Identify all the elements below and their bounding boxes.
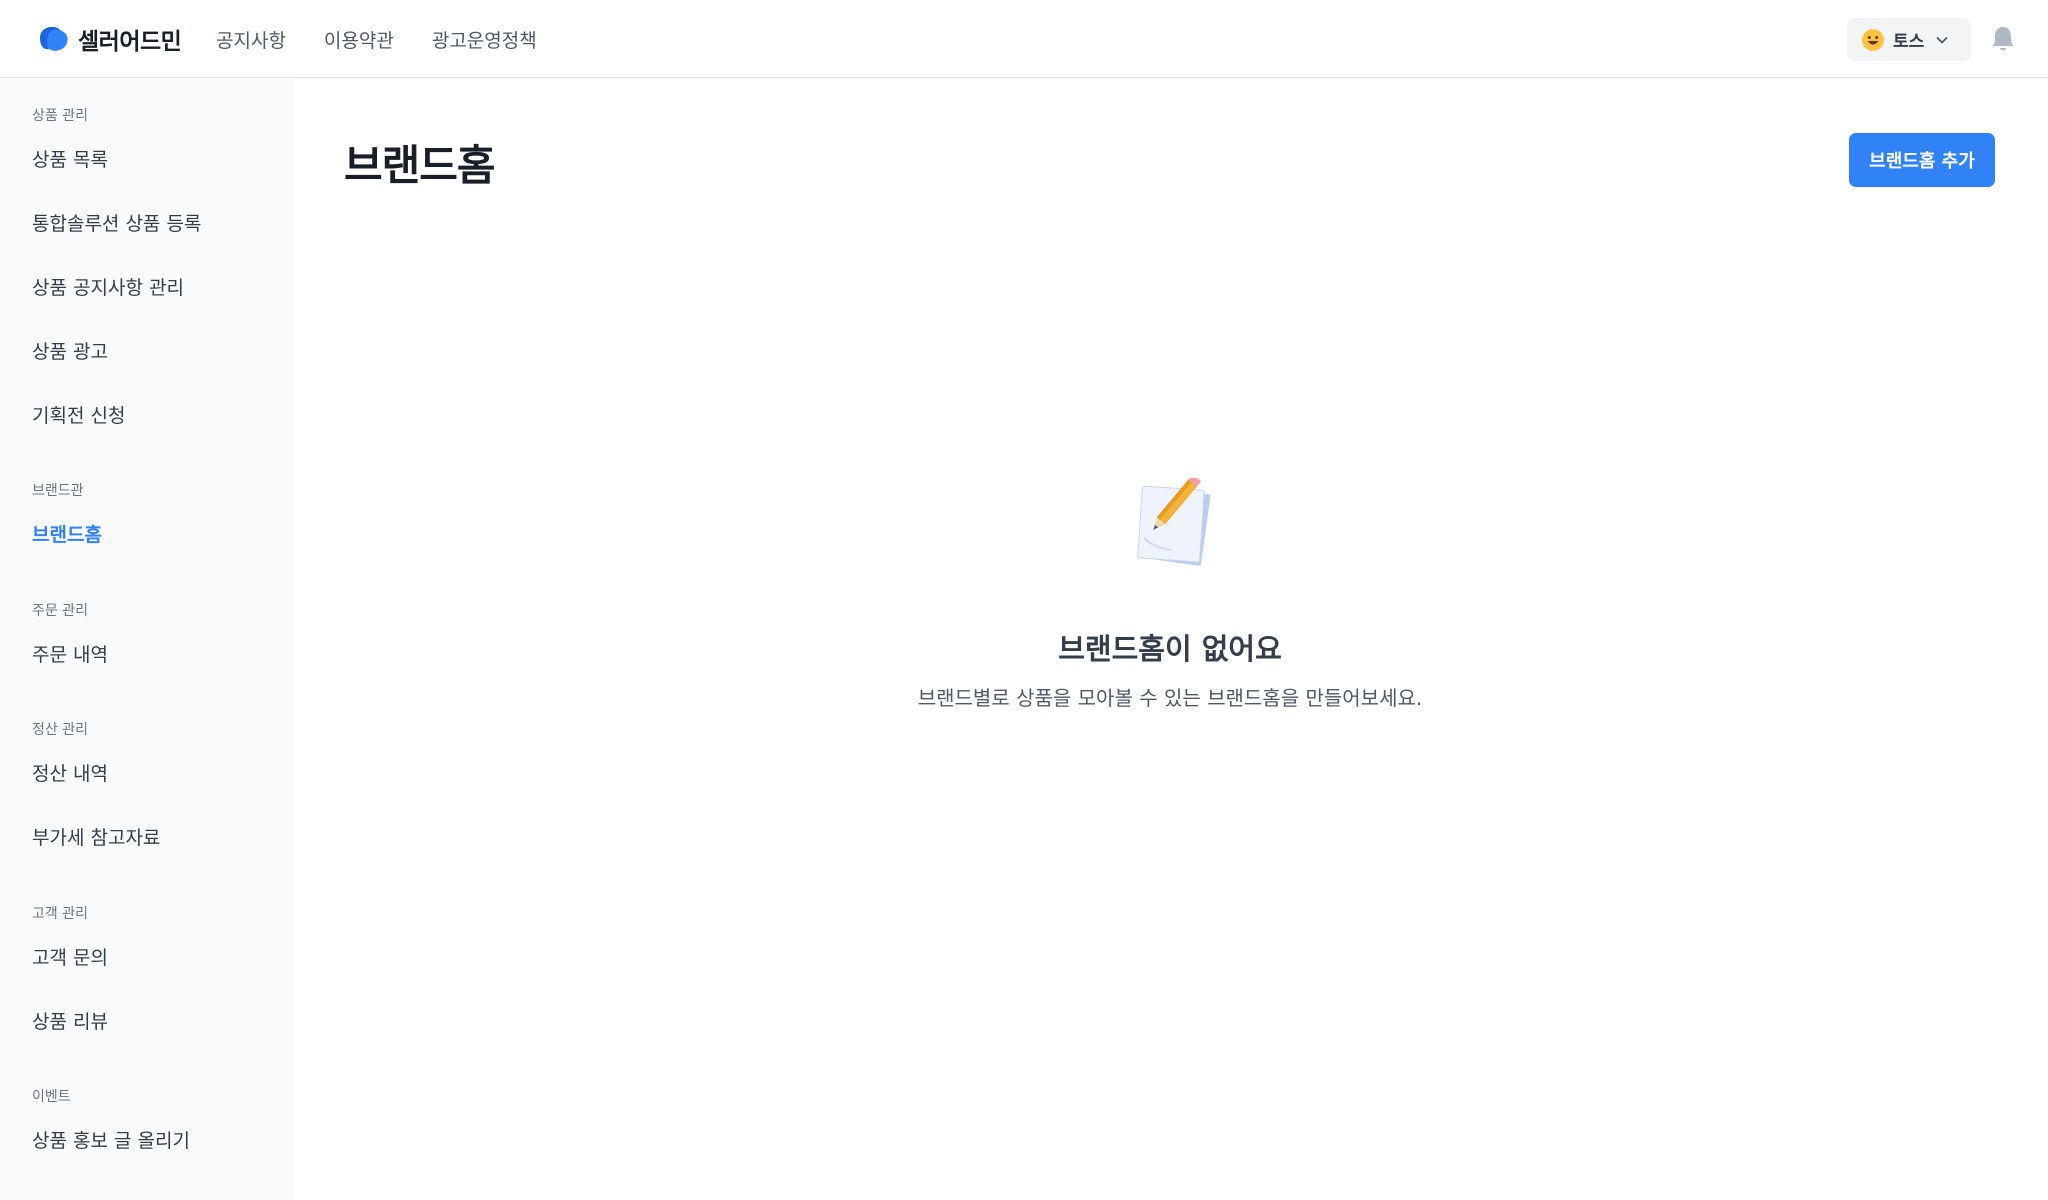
sidebar-item-customer-inquiry[interactable]: 고객 문의: [32, 943, 108, 970]
sidebar-section-event: 이벤트: [32, 1089, 71, 1105]
toss-logo-icon: [36, 24, 70, 54]
sidebar-section-brand: 브랜드관: [32, 483, 84, 499]
account-switcher[interactable]: 토스: [1847, 18, 1971, 61]
topnav-notice[interactable]: 공지사항: [216, 26, 286, 53]
sidebar-item-vat-reference[interactable]: 부가세 참고자료: [32, 823, 160, 850]
chevron-down-icon: [1932, 32, 1950, 48]
smiley-icon: [1861, 28, 1885, 52]
top-bar: 셀러어드민 공지사항 이용약관 광고운영정책 토스: [0, 0, 2048, 78]
notification-button[interactable]: [1990, 25, 2016, 53]
app-name: 셀러어드민: [78, 29, 182, 55]
sidebar-item-exhibition[interactable]: 기획전 신청: [32, 401, 125, 428]
topnav-ad-policy[interactable]: 광고운영정책: [432, 26, 537, 53]
empty-state-description: 브랜드별로 상품을 모아볼 수 있는 브랜드홈을 만들어보세요.: [917, 686, 1423, 710]
sidebar-item-settlement-history[interactable]: 정산 내역: [32, 759, 108, 786]
sidebar-item-integrated-registration[interactable]: 통합솔루션 상품 등록: [32, 209, 201, 236]
sidebar-item-product-notice[interactable]: 상품 공지사항 관리: [32, 273, 184, 300]
page-title: 브랜드홈: [344, 141, 496, 190]
app-logo[interactable]: 셀러어드민: [36, 20, 182, 58]
empty-state-title: 브랜드홈이 없어요: [1058, 632, 1282, 666]
sidebar-item-product-reviews[interactable]: 상품 리뷰: [32, 1007, 108, 1034]
topnav-terms[interactable]: 이용약관: [324, 26, 394, 53]
sidebar-item-product-ads[interactable]: 상품 광고: [32, 337, 108, 364]
sidebar-section-settlement: 정산 관리: [32, 722, 88, 738]
sidebar-section-order: 주문 관리: [32, 603, 88, 619]
sidebar-section-customer: 고객 관리: [32, 906, 88, 922]
sidebar-item-brand-home[interactable]: 브랜드홈: [32, 520, 102, 547]
sidebar-item-product-list[interactable]: 상품 목록: [32, 145, 108, 172]
sidebar-item-promo-post[interactable]: 상품 홍보 글 올리기: [32, 1126, 190, 1153]
top-navigation: 공지사항 이용약관 광고운영정책: [216, 0, 537, 78]
account-name: 토스: [1893, 32, 1925, 52]
sidebar-section-product: 상품 관리: [32, 108, 88, 124]
bell-icon: [1990, 25, 2016, 53]
add-brand-home-button[interactable]: 브랜드홈 추가: [1849, 133, 1995, 187]
pencil-paper-icon: [1124, 478, 1214, 568]
